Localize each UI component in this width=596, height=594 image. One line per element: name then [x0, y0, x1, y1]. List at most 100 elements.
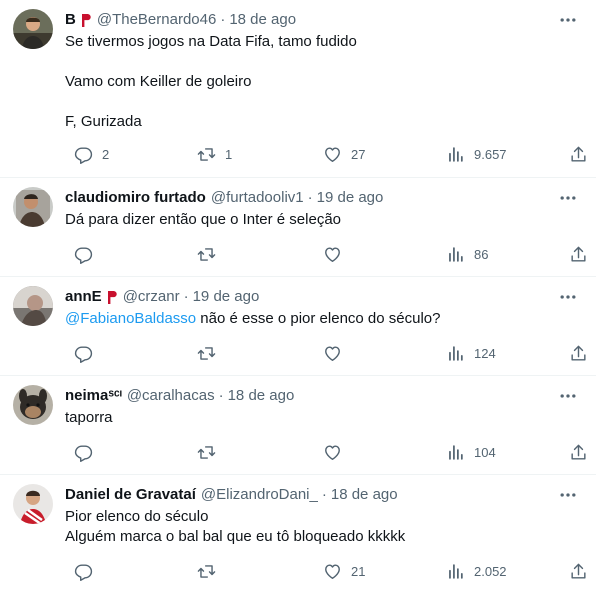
retweet-button[interactable] [188, 244, 216, 264]
action-bar: 2 1 27 9.657 [65, 144, 586, 164]
display-name[interactable]: neimaˢᶜᶦ [65, 386, 122, 406]
timestamp[interactable]: 18 de ago [331, 485, 398, 505]
user-handle[interactable]: @ElizandroDani_ [201, 485, 318, 505]
separator-dot: · [220, 11, 226, 28]
action-bar: 86 [65, 244, 586, 264]
tweet-line-text: Vamo com Keiller de goleiro [65, 73, 252, 90]
tweet-text: @FabianoBaldasso não é esse o pior elenc… [65, 309, 566, 329]
like-icon [323, 145, 342, 164]
avatar[interactable] [13, 187, 53, 227]
more-icon[interactable] [558, 188, 578, 208]
retweet-button[interactable] [188, 561, 216, 581]
tweet-header: neimaˢᶜᶦ @caralhacas · 18 de ago [65, 386, 556, 406]
reply-button[interactable] [65, 244, 93, 264]
tweet[interactable]: B @TheBernardo46 · 18 de ago Se tivermos jog… [0, 0, 596, 178]
tweet-line: Pior elenco do século [65, 507, 566, 527]
tweet[interactable]: neimaˢᶜᶦ @caralhacas · 18 de ago taporra 104 [0, 376, 596, 475]
share-button[interactable] [560, 343, 588, 363]
timestamp[interactable]: 19 de ago [193, 287, 260, 307]
more-icon[interactable] [558, 386, 578, 406]
tweet-line-text: Se tivermos jogos na Data Fifa, tamo fud… [65, 33, 357, 50]
views-count: 104 [474, 444, 496, 460]
views-button[interactable]: 9.657 [437, 144, 507, 164]
share-icon [569, 443, 588, 462]
views-count: 86 [474, 246, 489, 262]
more-icon[interactable] [558, 485, 578, 505]
reply-icon [74, 443, 93, 462]
reply-button[interactable] [65, 561, 93, 581]
mention-link[interactable]: @FabianoBaldasso [65, 310, 196, 327]
tweet-line: F, Gurizada [65, 112, 566, 132]
flag-icon [81, 13, 92, 27]
display-name[interactable]: claudiomiro furtado [65, 188, 206, 208]
display-name[interactable]: B [65, 10, 76, 30]
like-button[interactable] [314, 244, 342, 264]
tweet-line: taporra [65, 408, 566, 428]
display-name[interactable]: Daniel de Gravataí [65, 485, 196, 505]
views-button[interactable]: 104 [437, 442, 496, 462]
share-button[interactable] [560, 561, 588, 581]
views-button[interactable]: 124 [437, 343, 496, 363]
tweet[interactable]: Daniel de Gravataí @ElizandroDani_ · 18 de … [0, 475, 596, 594]
like-icon [323, 245, 342, 264]
tweet-line [65, 92, 566, 112]
tweet-line: Vamo com Keiller de goleiro [65, 72, 566, 92]
views-count: 124 [474, 345, 496, 361]
user-handle[interactable]: @caralhacas [127, 386, 215, 406]
tweet-line: Alguém marca o bal bal que eu tô bloquea… [65, 527, 566, 547]
avatar[interactable] [13, 484, 53, 524]
tweet-text: taporra [65, 408, 566, 428]
like-button[interactable]: 21 [314, 561, 365, 581]
separator-dot: · [183, 288, 189, 305]
user-handle[interactable]: @furtadooliv1 [211, 188, 304, 208]
tweet-line-text: não é esse o pior elenco do século? [196, 310, 441, 327]
tweet[interactable]: claudiomiro furtado @furtadooliv1 · 19 de a… [0, 178, 596, 277]
likes-count: 21 [351, 563, 366, 579]
tweet-line-text: Alguém marca o bal bal que eu tô bloquea… [65, 528, 406, 545]
share-button[interactable] [560, 244, 588, 264]
like-button[interactable] [314, 442, 342, 462]
retweet-button[interactable] [188, 343, 216, 363]
reply-icon [74, 145, 93, 164]
like-button[interactable]: 27 [314, 144, 365, 164]
reply-button[interactable]: 2 [65, 144, 109, 164]
tweet-header: Daniel de Gravataí @ElizandroDani_ · 18 de … [65, 485, 556, 505]
likes-count: 27 [351, 146, 366, 162]
more-icon[interactable] [558, 287, 578, 307]
action-bar: 21 2.052 [65, 561, 586, 581]
tweet-line: @FabianoBaldasso não é esse o pior elenc… [65, 309, 566, 329]
display-name[interactable]: annE [65, 287, 102, 307]
user-handle[interactable]: @TheBernardo46 [97, 10, 216, 30]
separator-dot: · [218, 387, 224, 404]
share-button[interactable] [560, 442, 588, 462]
avatar[interactable] [13, 385, 53, 425]
retweets-count: 1 [225, 146, 233, 162]
views-icon [446, 344, 465, 363]
like-button[interactable] [314, 343, 342, 363]
timestamp[interactable]: 18 de ago [229, 10, 296, 30]
share-icon [569, 145, 588, 164]
tweet-header: annE @crzanr · 19 de ago [65, 287, 556, 307]
tweet-header: claudiomiro furtado @furtadooliv1 · 19 de a… [65, 188, 556, 208]
views-button[interactable]: 2.052 [437, 561, 507, 581]
views-button[interactable]: 86 [437, 244, 488, 264]
views-icon [446, 562, 465, 581]
reply-button[interactable] [65, 343, 93, 363]
retweet-button[interactable] [188, 442, 216, 462]
timestamp[interactable]: 18 de ago [228, 386, 295, 406]
tweet[interactable]: annE @crzanr · 19 de ago @FabianoBaldasso nã… [0, 277, 596, 376]
timestamp[interactable]: 19 de ago [317, 188, 384, 208]
reply-button[interactable] [65, 442, 93, 462]
share-icon [569, 245, 588, 264]
user-handle[interactable]: @crzanr [123, 287, 180, 307]
share-button[interactable] [560, 144, 588, 164]
share-icon [569, 344, 588, 363]
avatar[interactable] [13, 9, 53, 49]
retweet-button[interactable]: 1 [188, 144, 232, 164]
avatar[interactable] [13, 286, 53, 326]
reply-icon [74, 344, 93, 363]
retweet-icon [197, 344, 216, 363]
reply-icon [74, 245, 93, 264]
views-icon [446, 443, 465, 462]
more-icon[interactable] [558, 10, 578, 30]
